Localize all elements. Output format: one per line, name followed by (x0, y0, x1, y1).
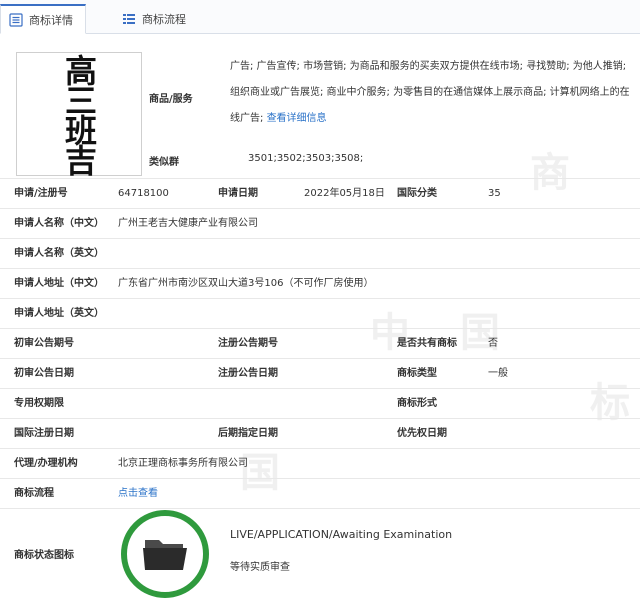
tab-bar: 商标详情 商标流程 (0, 0, 640, 34)
table-row: 申请人名称（英文） (0, 238, 640, 268)
status-english: LIVE/APPLICATION/Awaiting Examination (230, 528, 453, 541)
table-row: 初审公告期号 注册公告期号 是否共有商标 否 (0, 328, 640, 358)
later-label: 后期指定日期 (218, 428, 278, 439)
app-date-label: 申请日期 (218, 188, 258, 199)
shared-value: 否 (488, 338, 498, 349)
app-no-label: 申请/注册号 (14, 188, 68, 199)
intl-class-value: 35 (488, 188, 501, 199)
table-row: 国际注册日期 后期指定日期 优先权日期 (0, 418, 640, 448)
trademark-logo-text: 高三班吉 (60, 54, 98, 174)
flow-label: 商标流程 (14, 488, 54, 499)
applicant-cn-label: 申请人名称（中文） (14, 218, 104, 229)
applicant-en-label: 申请人名称（英文） (14, 248, 104, 259)
prelim-no-label: 初审公告期号 (14, 338, 74, 349)
similar-group-label: 类似群 (149, 157, 179, 168)
table-row: 专用权期限 商标形式 (0, 388, 640, 418)
priority-label: 优先权日期 (397, 428, 447, 439)
reg-no-label: 注册公告期号 (218, 338, 278, 349)
agent-label: 代理/办理机构 (14, 458, 78, 469)
address-cn-label: 申请人地址（中文） (14, 278, 104, 289)
table-row: 申请人名称（中文） 广州王老吉大健康产业有限公司 (0, 208, 640, 238)
goods-services-text: 广告; 广告宣传; 市场营销; 为商品和服务的买卖双方提供在线市场; 寻找赞助;… (230, 61, 630, 124)
goods-services-label: 商品/服务 (149, 94, 193, 105)
applicant-cn-value: 广州王老吉大健康产业有限公司 (118, 218, 258, 229)
intl-class-label: 国际分类 (397, 188, 437, 199)
view-details-link[interactable]: 查看详细信息 (267, 113, 327, 124)
status-ring (121, 510, 209, 598)
form-label: 商标形式 (397, 398, 437, 409)
table-row: 初审公告日期 注册公告日期 商标类型 一般 (0, 358, 640, 388)
similar-group-value: 3501;3502;3503;3508; (248, 153, 364, 164)
app-no-value: 64718100 (118, 188, 169, 199)
app-date-value: 2022年05月18日 (304, 188, 385, 199)
list-icon (123, 14, 135, 24)
address-cn-value: 广东省广州市南沙区双山大道3号106（不可作厂房使用） (118, 278, 374, 289)
tab-trademark-details[interactable]: 商标详情 (0, 4, 86, 34)
document-icon (9, 12, 23, 27)
trademark-image: 高三班吉 (16, 52, 142, 176)
intl-reg-label: 国际注册日期 (14, 428, 74, 439)
type-label: 商标类型 (397, 368, 437, 379)
exclusive-label: 专用权期限 (14, 398, 64, 409)
status-icon-label: 商标状态图标 (14, 550, 74, 561)
table-row: 商标流程 点击查看 (0, 478, 640, 508)
status-chinese: 等待实质审查 (230, 562, 290, 573)
view-flow-link[interactable]: 点击查看 (118, 479, 158, 509)
folder-icon (143, 540, 187, 570)
address-en-label: 申请人地址（英文） (14, 308, 104, 319)
type-value: 一般 (488, 368, 508, 379)
table-row (0, 508, 640, 509)
trademark-detail-panel: 高三班吉 商品/服务 广告; 广告宣传; 市场营销; 为商品和服务的买卖双方提供… (0, 34, 640, 600)
agent-value: 北京正理商标事务所有限公司 (118, 458, 248, 469)
tab-label: 商标详情 (29, 13, 73, 27)
shared-label: 是否共有商标 (397, 338, 457, 349)
table-row: 申请/注册号 64718100 申请日期 2022年05月18日 国际分类 35 (0, 178, 640, 208)
table-row: 申请人地址（中文） 广东省广州市南沙区双山大道3号106（不可作厂房使用） (0, 268, 640, 298)
prelim-date-label: 初审公告日期 (14, 368, 74, 379)
tab-label: 商标流程 (142, 13, 186, 26)
tab-trademark-flow[interactable]: 商标流程 (114, 4, 186, 34)
table-row: 申请人地址（英文） (0, 298, 640, 328)
reg-date-label: 注册公告日期 (218, 368, 278, 379)
table-row: 代理/办理机构 北京正理商标事务所有限公司 (0, 448, 640, 478)
